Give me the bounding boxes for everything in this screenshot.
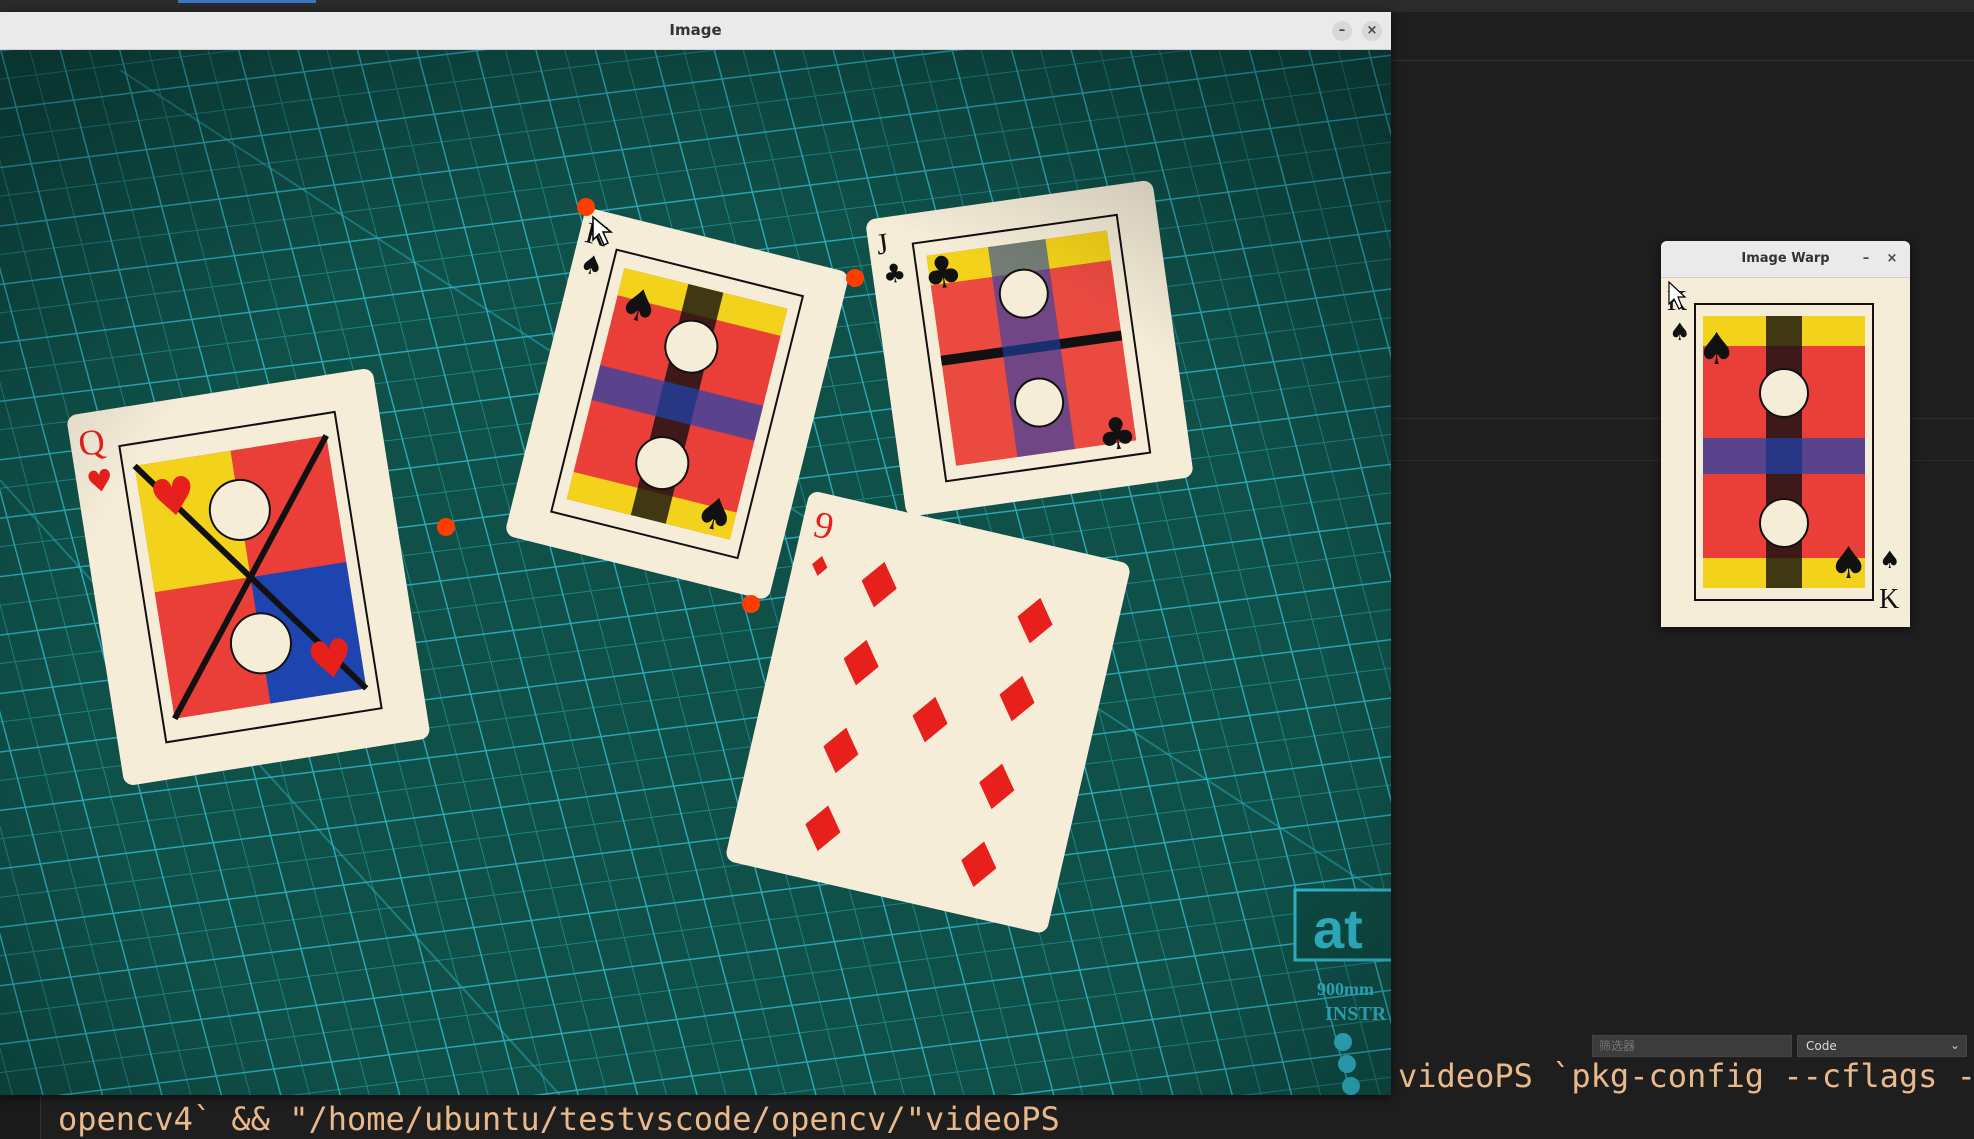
- image-window[interactable]: Image – × at 900mm INSTR Q ♥ ♥ ♥ ♠ ♠ ♠ J…: [0, 12, 1391, 1095]
- mat-bullet: [1342, 1077, 1360, 1095]
- minimize-button[interactable]: –: [1856, 249, 1876, 269]
- mat-bullet: [1334, 1033, 1352, 1051]
- image-window-titlebar[interactable]: Image – ×: [0, 12, 1391, 50]
- card-suit: ♠: [1697, 324, 1736, 375]
- card-suit: ♣: [881, 258, 908, 291]
- mat-bullet: [1338, 1055, 1356, 1073]
- card-suit: ♣: [1094, 407, 1140, 463]
- card-suit: ♥: [84, 463, 116, 502]
- corner-marker[interactable]: [742, 595, 760, 613]
- chevron-down-icon: ⌄: [1949, 1038, 1960, 1052]
- corner-marker[interactable]: [846, 269, 864, 287]
- card-suit: ♥: [146, 465, 201, 532]
- card-queen-of-hearts: Q ♥ ♥ ♥: [67, 368, 430, 785]
- terminal-gutter: [0, 1096, 41, 1139]
- warped-card-view: K ♠ ♠ ♠ ♠ K: [1661, 278, 1910, 627]
- image-warp-titlebar[interactable]: Image Warp – ×: [1661, 241, 1910, 278]
- corner-marker[interactable]: [437, 518, 455, 536]
- minimize-button[interactable]: –: [1332, 20, 1352, 41]
- output-channel-select[interactable]: Code ⌄: [1797, 1035, 1967, 1057]
- image-warp-title: Image Warp: [1741, 251, 1830, 266]
- image-warp-window[interactable]: Image Warp – × K ♠ ♠ ♠ ♠ K: [1661, 241, 1910, 627]
- card-suit: ♥: [303, 627, 358, 694]
- output-filter-input[interactable]: [1592, 1035, 1792, 1057]
- terminal-line: opencv4` && "/home/ubuntu/testvscode/ope…: [58, 1100, 1060, 1138]
- mat-instr-text: INSTR: [1325, 1003, 1387, 1025]
- mat-size-text: 900mm: [1317, 979, 1374, 999]
- corner-marker[interactable]: [577, 198, 595, 216]
- card-suit: ♣: [920, 245, 966, 301]
- image-window-title: Image: [669, 21, 722, 39]
- close-button[interactable]: ×: [1362, 20, 1382, 41]
- card-suit: ♠: [1879, 546, 1901, 574]
- card-suit: ♠: [1669, 318, 1691, 346]
- mat-logo-text: at: [1313, 897, 1363, 960]
- ide-active-tab-indicator: [178, 0, 316, 3]
- terminal-line: videoPS `pkg-config --cflags -: [1398, 1057, 1974, 1095]
- card-jack-of-clubs: J ♣ ♣ ♣: [866, 180, 1193, 516]
- image-view[interactable]: at 900mm INSTR Q ♥ ♥ ♥ ♠ ♠ ♠ J ♣ ♣ ♣ 9 ♦…: [0, 50, 1391, 1095]
- output-channel-label: Code: [1806, 1039, 1837, 1053]
- close-button[interactable]: ×: [1882, 249, 1902, 269]
- card-suit: ♠: [1829, 538, 1868, 589]
- card-rank: K: [1879, 584, 1899, 615]
- ide-panel-divider: [1391, 60, 1974, 61]
